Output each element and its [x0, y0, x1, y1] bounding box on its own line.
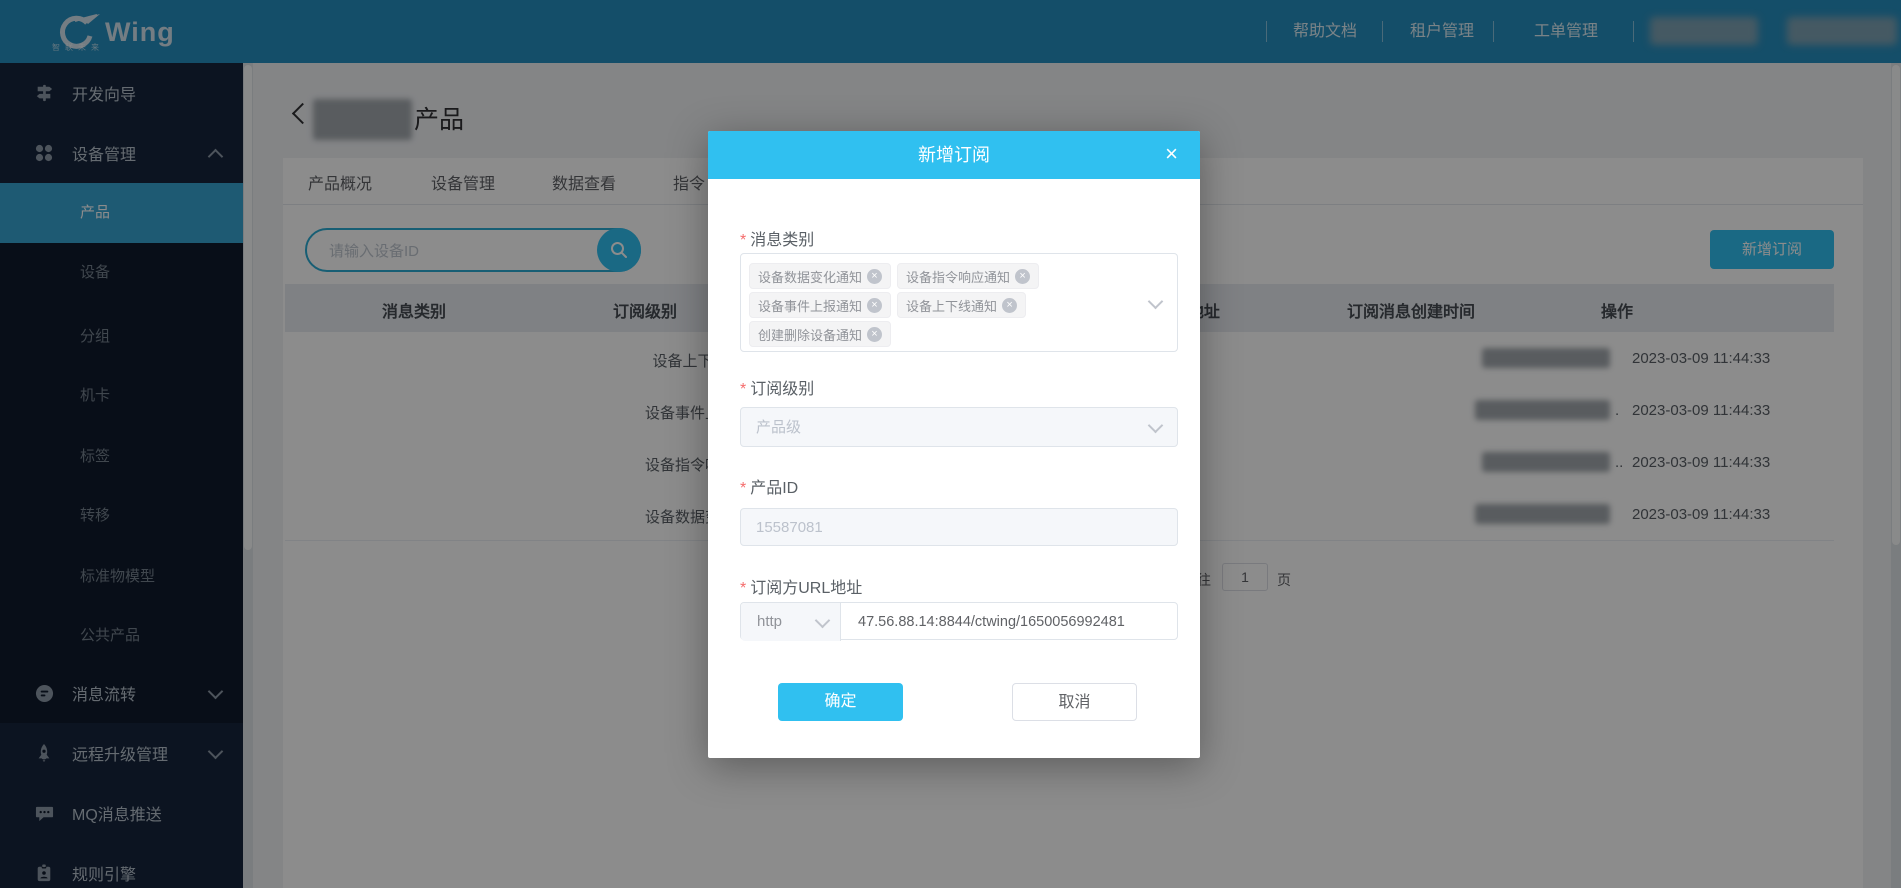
selected-tag: 设备上下线通知× — [897, 292, 1026, 318]
chevron-down-icon — [815, 613, 831, 629]
selected-tag: 设备事件上报通知× — [749, 292, 891, 318]
required-star: * — [740, 480, 746, 497]
cancel-button[interactable]: 取消 — [1012, 683, 1137, 721]
message-category-multiselect[interactable]: 设备数据变化通知× 设备指令响应通知× 设备事件上报通知× 设备上下线通知× 创… — [740, 253, 1178, 352]
product-id-value: 15587081 — [741, 509, 1177, 547]
selected-tag: 创建删除设备通知× — [749, 321, 891, 347]
modal-header: 新增订阅 × — [708, 131, 1200, 179]
url-protocol-select[interactable]: http — [741, 603, 841, 641]
required-star: * — [740, 232, 746, 249]
confirm-button[interactable]: 确定 — [778, 683, 903, 721]
modal-title: 新增订阅 — [708, 131, 1200, 179]
close-icon[interactable]: × — [1165, 131, 1178, 177]
tag-remove-icon[interactable]: × — [867, 327, 882, 342]
ctwing-app: Wing 智联未来 帮助文档 租户管理 工单管理 开发向导 设备管理 产品 — [0, 0, 1901, 888]
selected-tag: 设备指令响应通知× — [897, 263, 1039, 289]
field-label-product-id: *产品ID — [740, 474, 798, 498]
required-star: * — [740, 381, 746, 398]
subscriber-url-input[interactable] — [841, 603, 1194, 641]
field-label-subscriber-url: *订阅方URL地址 — [740, 574, 862, 598]
subscription-level-select[interactable]: 产品级 — [740, 407, 1178, 447]
subscriber-url-field: http — [740, 602, 1178, 640]
tag-remove-icon[interactable]: × — [1015, 269, 1030, 284]
tag-row: 创建删除设备通知× — [749, 321, 891, 347]
chevron-down-icon — [1148, 293, 1164, 309]
tag-remove-icon[interactable]: × — [867, 298, 882, 313]
field-label-subscription-level: *订阅级别 — [740, 375, 814, 399]
subscription-level-value: 产品级 — [741, 408, 1177, 448]
selected-tag: 设备数据变化通知× — [749, 263, 891, 289]
tag-row: 设备事件上报通知× 设备上下线通知× — [749, 292, 1026, 318]
tag-row: 设备数据变化通知× 设备指令响应通知× — [749, 263, 1039, 289]
tag-remove-icon[interactable]: × — [1002, 298, 1017, 313]
product-id-input[interactable]: 15587081 — [740, 508, 1178, 546]
tag-remove-icon[interactable]: × — [867, 269, 882, 284]
add-subscription-modal: 新增订阅 × *消息类别 设备数据变化通知× 设备指令响应通知× 设备事件上报通… — [708, 131, 1200, 758]
required-star: * — [740, 580, 746, 597]
field-label-message-category: *消息类别 — [740, 226, 814, 250]
